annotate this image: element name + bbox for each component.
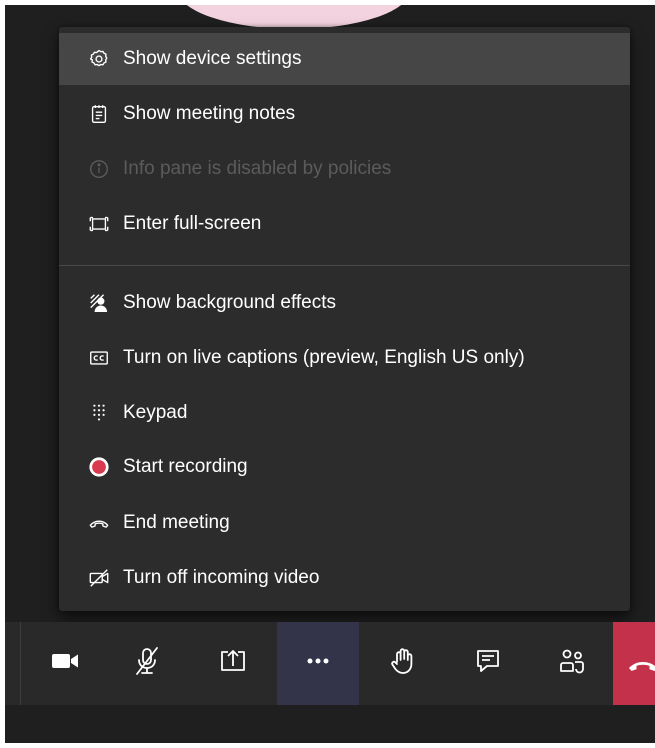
- menu-item-label: Start recording: [123, 456, 248, 477]
- raise-hand-icon: [387, 645, 419, 682]
- end-meeting-icon: [87, 511, 111, 535]
- menu-item-enter-full-screen[interactable]: Enter full-screen: [59, 198, 630, 250]
- video-off-icon: [87, 566, 111, 590]
- meeting-stage: Show device settings Show meeting notes …: [5, 5, 655, 743]
- menu-item-label: End meeting: [123, 512, 230, 533]
- notes-icon: [87, 102, 111, 126]
- menu-item-keypad[interactable]: Keypad: [59, 387, 630, 439]
- raise-hand-button[interactable]: [362, 622, 444, 705]
- camera-icon: [49, 645, 81, 682]
- menu-item-label: Keypad: [123, 402, 188, 423]
- more-options-icon: [302, 645, 334, 682]
- menu-item-turn-on-live-captions[interactable]: Turn on live captions (preview, English …: [59, 332, 630, 384]
- mic-off-icon: [131, 645, 163, 682]
- menu-item-end-meeting[interactable]: End meeting: [59, 497, 630, 549]
- toolbar-separator: [20, 622, 21, 705]
- menu-item-show-background-effects[interactable]: Show background effects: [59, 277, 630, 329]
- more-actions-menu: Show device settings Show meeting notes …: [59, 27, 630, 611]
- mute-button[interactable]: [106, 622, 188, 705]
- hang-up-icon: [627, 650, 655, 687]
- share-screen-icon: [217, 645, 249, 682]
- gear-icon: [87, 47, 111, 71]
- captions-icon: [87, 346, 111, 370]
- menu-item-label: Enter full-screen: [123, 213, 262, 234]
- menu-item-label: Turn on live captions (preview, English …: [123, 347, 525, 368]
- menu-item-label: Show device settings: [123, 48, 302, 69]
- camera-button[interactable]: [24, 622, 106, 705]
- menu-item-label: Show meeting notes: [123, 103, 296, 124]
- chat-button[interactable]: [447, 622, 529, 705]
- fullscreen-icon: [87, 212, 111, 236]
- chat-icon: [472, 645, 504, 682]
- menu-item-info-pane-disabled: Info pane is disabled by policies: [59, 143, 630, 195]
- menu-item-label: Info pane is disabled by policies: [123, 158, 392, 179]
- info-icon: [87, 157, 111, 181]
- menu-divider: [59, 265, 630, 266]
- keypad-icon: [87, 401, 111, 425]
- participant-avatar: [177, 5, 411, 29]
- menu-item-show-meeting-notes[interactable]: Show meeting notes: [59, 88, 630, 140]
- bottom-area: [5, 705, 655, 743]
- participants-icon: [556, 645, 588, 682]
- meeting-toolbar: [5, 622, 655, 705]
- menu-item-start-recording[interactable]: Start recording: [59, 441, 630, 493]
- record-icon: [87, 455, 111, 479]
- background-effects-icon: [87, 291, 111, 315]
- menu-item-show-device-settings[interactable]: Show device settings: [59, 33, 630, 85]
- menu-item-label: Show background effects: [123, 292, 337, 313]
- participants-button[interactable]: [531, 622, 613, 705]
- hang-up-button[interactable]: [613, 622, 655, 705]
- share-screen-button[interactable]: [192, 622, 274, 705]
- more-options-button[interactable]: [277, 622, 359, 705]
- menu-item-label: Turn off incoming video: [123, 567, 320, 588]
- menu-item-turn-off-incoming-video[interactable]: Turn off incoming video: [59, 552, 630, 604]
